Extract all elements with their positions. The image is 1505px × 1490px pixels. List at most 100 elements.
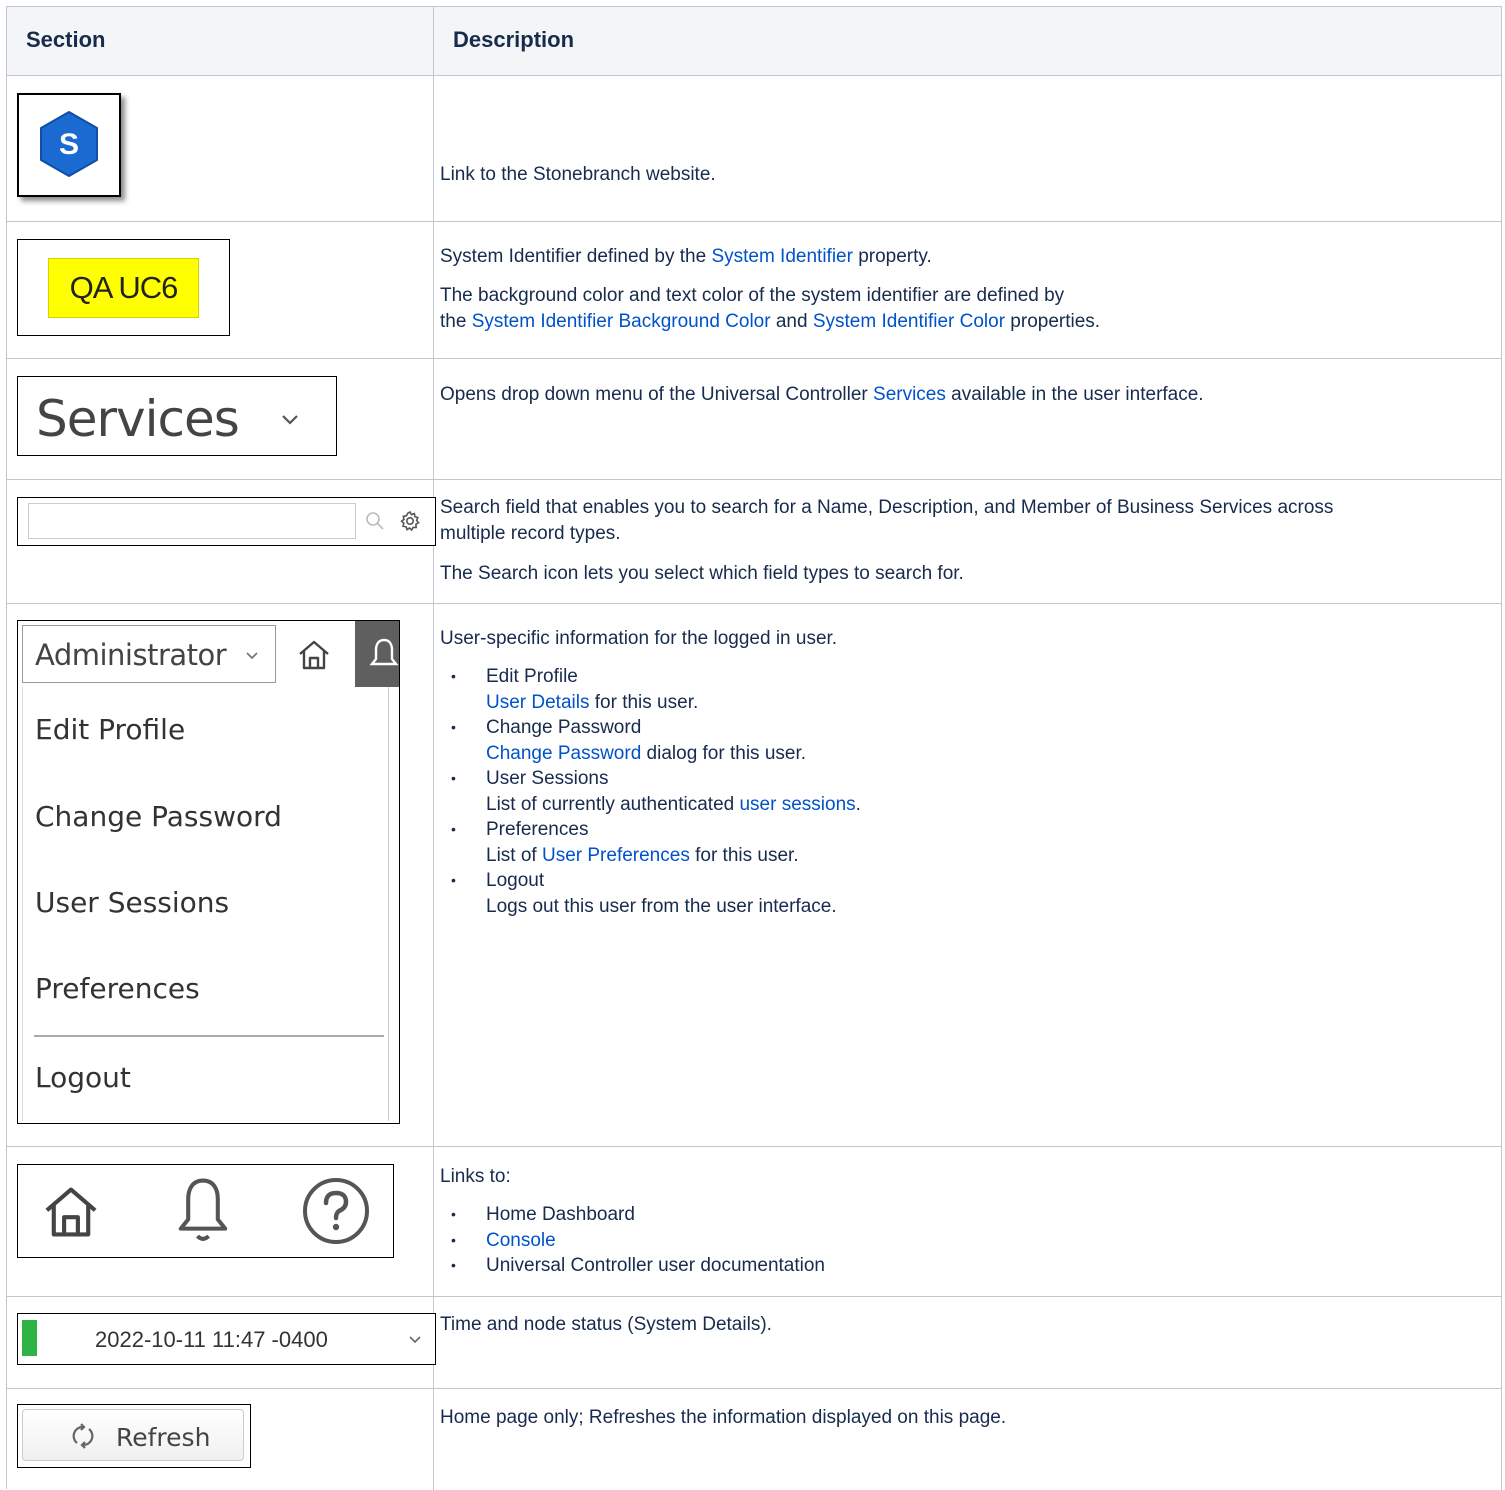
item-post: . — [855, 793, 861, 815]
search-desc-2: The Search icon lets you select which fi… — [440, 563, 964, 584]
section-cell-services: Services — [7, 359, 434, 479]
refresh-description: Home page only; Refreshes the informatio… — [440, 1407, 1007, 1428]
administrator-dropdown[interactable]: Administrator — [22, 625, 276, 683]
item-post: for this user. — [589, 691, 699, 713]
user-menu-list: Edit ProfileUser Details for this user. … — [434, 664, 861, 919]
refresh-icon — [72, 1423, 94, 1449]
change-password-link[interactable]: Change Password — [486, 743, 641, 764]
table-row-time: 2022-10-11 11:47 -0400 Time and node sta… — [7, 1297, 1502, 1389]
description-cell-refresh: Home page only; Refreshes the informatio… — [434, 1389, 1502, 1490]
description-cell-user: User-specific information for the logged… — [434, 604, 1502, 1146]
user-sessions-link[interactable]: user sessions — [739, 794, 855, 815]
list-item: Logout Logs out this user from the user i… — [434, 868, 861, 919]
menu-divider — [34, 1035, 384, 1037]
list-item: Console — [434, 1228, 825, 1254]
time-description: Time and node status (System Details). — [440, 1314, 772, 1335]
home-icon[interactable] — [40, 1181, 102, 1243]
user-details-link[interactable]: User Details — [486, 692, 589, 713]
section-cell-links — [7, 1147, 434, 1296]
item-post: for this user. — [689, 844, 799, 866]
identifier-screenshot: QA UC6 — [17, 239, 230, 336]
user-menu-screenshot: Administrator Edit Profile Change Passwo… — [17, 620, 400, 1124]
identifier-desc-2-line1: The background color and text color of t… — [440, 285, 1065, 306]
user-intro: User-specific information for the logged… — [440, 628, 838, 649]
documentation-table: Section Description S Link to the Stoneb… — [6, 6, 1502, 1490]
description-cell-logo: Link to the Stonebranch website. — [434, 76, 1502, 221]
system-identifier-text: QA UC6 — [69, 270, 179, 305]
services-desc-post: available in the user interface. — [945, 384, 1204, 405]
item-title: Edit Profile — [486, 666, 578, 687]
item-title: User Sessions — [486, 768, 609, 789]
item-pre: List of — [486, 844, 542, 866]
timestamp-dropdown[interactable]: 2022-10-11 11:47 -0400 — [95, 1327, 328, 1353]
header-cell-section: Section — [7, 7, 434, 75]
identifier-desc-2: The background color and text color of t… — [440, 283, 1100, 335]
description-cell-links: Links to: Home Dashboard Console Univers… — [434, 1147, 1502, 1296]
chevron-down-icon — [409, 1336, 421, 1344]
description-cell-services: Opens drop down menu of the Universal Co… — [434, 359, 1502, 479]
services-dropdown-label[interactable]: Services — [36, 390, 240, 448]
node-status-indicator — [22, 1320, 37, 1356]
item-title: Logout — [486, 870, 545, 891]
list-item: Change Password Change Password dialog fo… — [434, 715, 861, 766]
menu-item-change-password[interactable]: Change Password — [35, 800, 282, 833]
menu-item-logout[interactable]: Logout — [35, 1061, 131, 1094]
section-cell-identifier: QA UC6 — [7, 222, 434, 358]
list-item: Edit Profile User Details for this user. — [434, 664, 861, 715]
search-desc-1-line2: multiple record types. — [440, 523, 621, 544]
chevron-down-icon — [282, 415, 298, 425]
identifier-desc-1-pre: System Identifier defined by the — [440, 246, 712, 267]
identifier-desc-2-pre: the — [440, 311, 472, 332]
system-identifier-color-link[interactable]: System Identifier Color — [813, 311, 1005, 332]
console-link[interactable]: Console — [486, 1230, 556, 1251]
description-cell-search: Search field that enables you to search … — [434, 480, 1502, 603]
description-cell-identifier: System Identifier defined by the System … — [434, 222, 1502, 358]
system-identifier-badge: QA UC6 — [48, 258, 199, 318]
list-item: Universal Controller user documentation — [434, 1253, 825, 1279]
services-link[interactable]: Services — [873, 384, 946, 405]
bell-icon[interactable] — [175, 1175, 231, 1249]
logo-letter: S — [59, 128, 79, 161]
logo-description: Link to the Stonebranch website. — [440, 164, 716, 185]
identifier-desc-2-post: properties. — [1005, 311, 1101, 332]
section-cell-time: 2022-10-11 11:47 -0400 — [7, 1297, 436, 1388]
item-title: Change Password — [486, 717, 642, 738]
table-row-user: Administrator Edit Profile Change Passwo… — [7, 604, 1502, 1147]
description-cell-time: Time and node status (System Details). — [434, 1297, 1502, 1388]
bell-icon — [369, 638, 399, 666]
table-row-search: Search field that enables you to search … — [7, 480, 1502, 604]
header-section-label: Section — [26, 27, 106, 52]
system-identifier-link[interactable]: System Identifier — [711, 246, 853, 267]
search-icon[interactable] — [365, 511, 385, 531]
help-icon[interactable] — [301, 1176, 371, 1246]
identifier-desc-1-post: property. — [852, 246, 932, 267]
gear-icon[interactable] — [398, 509, 422, 533]
links-list: Home Dashboard Console Universal Control… — [434, 1202, 825, 1279]
table-row-services: Services Opens drop down menu of the Uni… — [7, 359, 1502, 480]
stonebranch-logo-icon: S — [40, 111, 98, 177]
home-icon[interactable] — [296, 637, 332, 673]
header-description-label: Description — [453, 27, 575, 52]
table-header-row: Section Description — [7, 7, 1502, 76]
time-screenshot: 2022-10-11 11:47 -0400 — [17, 1313, 436, 1365]
menu-item-edit-profile[interactable]: Edit Profile — [35, 713, 185, 746]
table-row-links: Links to: Home Dashboard Console Univers… — [7, 1147, 1502, 1297]
item-pre: List of currently authenticated — [486, 793, 740, 815]
item-post: dialog for this user. — [641, 742, 807, 764]
refresh-button[interactable]: Refresh — [22, 1409, 244, 1461]
table-row-identifier: QA UC6 System Identifier defined by the … — [7, 222, 1502, 359]
notifications-button[interactable] — [355, 621, 399, 687]
list-item: User Sessions List of currently authentic… — [434, 766, 861, 817]
menu-item-preferences[interactable]: Preferences — [35, 972, 200, 1005]
item-title: Preferences — [486, 819, 589, 840]
chevron-down-icon — [246, 652, 258, 660]
links-screenshot — [17, 1164, 394, 1258]
section-cell-refresh: Refresh — [7, 1389, 434, 1490]
search-input[interactable] — [28, 503, 356, 539]
section-cell-search — [7, 480, 436, 603]
user-preferences-link[interactable]: User Preferences — [542, 845, 690, 866]
menu-item-user-sessions[interactable]: User Sessions — [35, 886, 229, 919]
header-cell-description: Description — [434, 7, 1502, 75]
system-identifier-background-color-link[interactable]: System Identifier Background Color — [472, 311, 771, 332]
list-item: Home Dashboard — [434, 1202, 825, 1228]
